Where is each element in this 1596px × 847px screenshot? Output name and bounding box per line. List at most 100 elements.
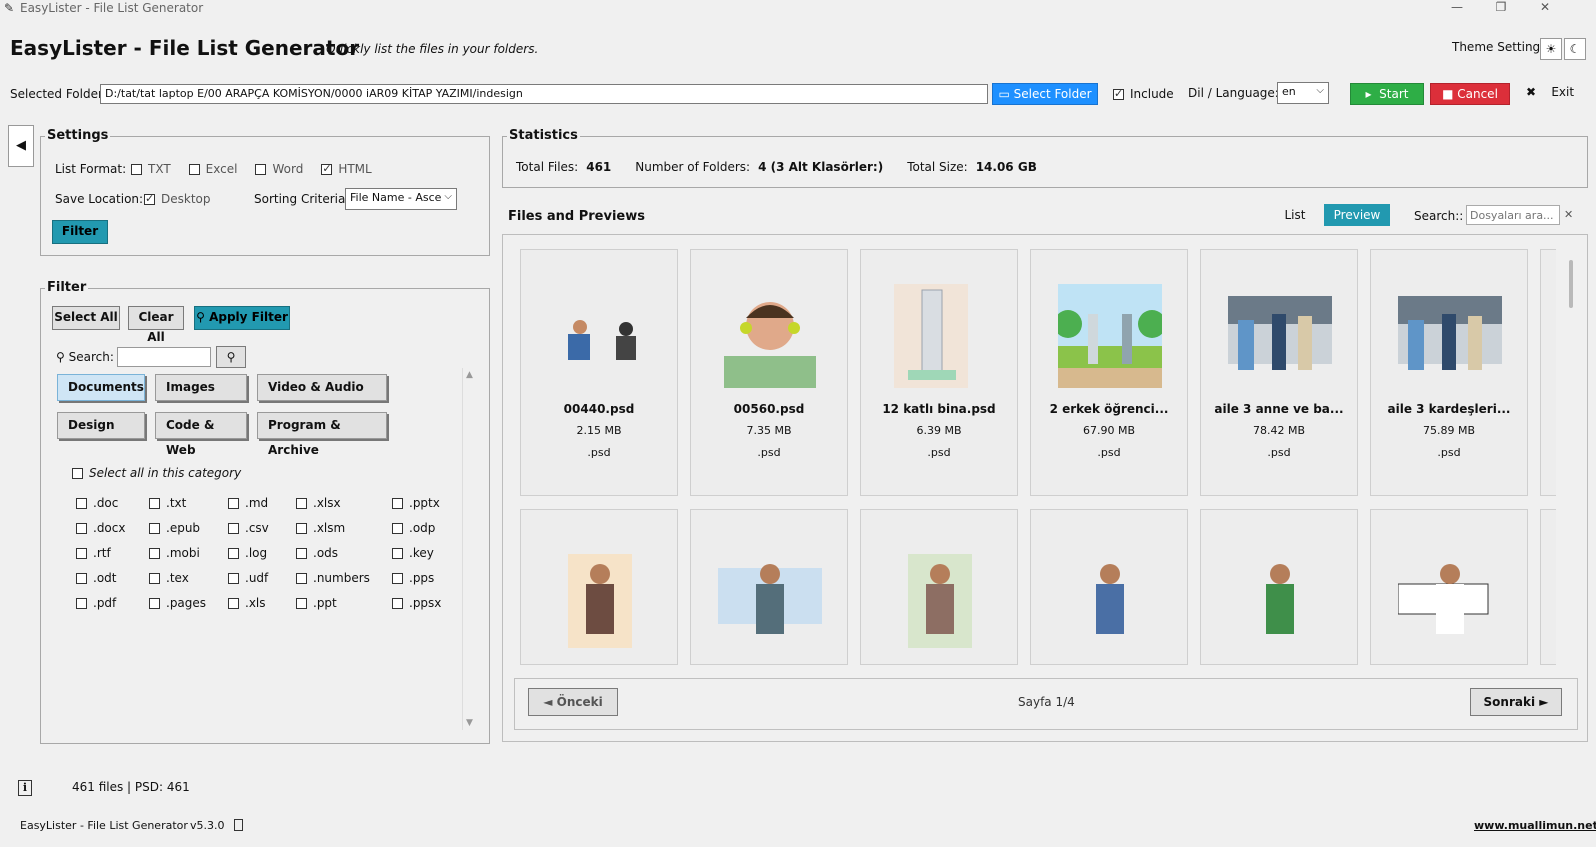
file-card[interactable]: 2 erkek öğrenci... 67.90 MB .psd (1030, 249, 1188, 496)
filter-scrollbar[interactable]: ▲ ▼ (462, 368, 476, 730)
file-card[interactable] (520, 509, 678, 665)
apply-filter-button[interactable]: ⚲ Apply Filter (194, 306, 290, 330)
extension-check[interactable] (296, 597, 307, 609)
file-card[interactable]: 00440.psd 2.15 MB .psd (520, 249, 678, 496)
tab-preview[interactable]: Preview (1324, 204, 1390, 226)
cancel-button[interactable]: ■ Cancel (1430, 83, 1510, 105)
minimize-button[interactable]: — (1442, 0, 1472, 16)
select-folder-button[interactable]: ▭ Select Folder (992, 83, 1098, 105)
extension-check[interactable] (228, 522, 239, 534)
filter-button[interactable]: Filter (52, 220, 108, 244)
extension-check[interactable] (149, 547, 160, 559)
extension-check[interactable] (296, 497, 307, 509)
extension-checkbox[interactable]: .numbers (296, 571, 370, 585)
select-all-category-checkbox[interactable]: Select all in this category (72, 466, 241, 480)
file-card[interactable] (690, 509, 848, 665)
extension-checkbox[interactable]: .rtf (76, 546, 111, 560)
extension-check[interactable] (76, 572, 87, 584)
category-video-audio[interactable]: Video & Audio (257, 374, 387, 401)
extension-checkbox[interactable]: .docx (76, 521, 125, 535)
file-card[interactable] (1030, 509, 1188, 665)
extension-checkbox[interactable]: .epub (149, 521, 200, 535)
next-page-button[interactable]: Sonraki ► (1470, 688, 1562, 716)
extension-checkbox[interactable]: .udf (228, 571, 268, 585)
include-checkbox[interactable]: Include (1113, 87, 1174, 101)
scroll-down-icon[interactable]: ▼ (463, 718, 476, 728)
file-card[interactable]: 12 katlı bina.psd 6.39 MB .psd (860, 249, 1018, 496)
clear-all-button[interactable]: Clear All (128, 306, 184, 344)
collapse-sidebar-button[interactable]: ◀ (8, 125, 34, 167)
preview-search-input[interactable] (1466, 205, 1560, 225)
extension-checkbox[interactable]: .pdf (76, 596, 116, 610)
file-card[interactable] (860, 509, 1018, 665)
extension-checkbox[interactable]: .key (392, 546, 434, 560)
extension-checkbox[interactable]: .doc (76, 496, 118, 510)
extension-checkbox[interactable]: .ppt (296, 596, 337, 610)
format-word[interactable]: Word (255, 162, 303, 176)
extension-check[interactable] (228, 572, 239, 584)
tab-list[interactable]: List (1278, 204, 1312, 226)
extension-check[interactable] (296, 547, 307, 559)
category-documents[interactable]: Documents (57, 374, 145, 401)
extension-check[interactable] (392, 547, 403, 559)
website-link[interactable]: www.muallimun.net (1474, 819, 1596, 832)
extension-checkbox[interactable]: .pages (149, 596, 206, 610)
extension-check[interactable] (392, 597, 403, 609)
clipboard-icon[interactable] (234, 819, 243, 831)
extension-checkbox[interactable]: .odp (392, 521, 435, 535)
extension-check[interactable] (392, 522, 403, 534)
file-card-partial[interactable] (1540, 509, 1556, 665)
extension-check[interactable] (228, 497, 239, 509)
save-desktop-option[interactable]: Desktop (144, 192, 211, 206)
dark-theme-button[interactable]: ☾ (1564, 38, 1586, 60)
file-card[interactable]: aile 3 anne ve ba... 78.42 MB .psd (1200, 249, 1358, 496)
extension-check[interactable] (149, 522, 160, 534)
extension-check[interactable] (149, 597, 160, 609)
restore-button[interactable]: ❐ (1486, 0, 1516, 16)
extension-checkbox[interactable]: .xlsx (296, 496, 341, 510)
extension-checkbox[interactable]: .odt (76, 571, 116, 585)
light-theme-button[interactable]: ☀ (1540, 38, 1562, 60)
extension-checkbox[interactable]: .log (228, 546, 267, 560)
extension-check[interactable] (76, 522, 87, 534)
extension-checkbox[interactable]: .pptx (392, 496, 440, 510)
prev-page-button[interactable]: ◄ Önceki (528, 688, 618, 716)
file-card[interactable] (1370, 509, 1528, 665)
extension-checkbox[interactable]: .xlsm (296, 521, 345, 535)
format-html[interactable]: HTML (321, 162, 372, 176)
scroll-thumb[interactable] (1569, 260, 1573, 308)
category-code-web[interactable]: Code & Web (155, 412, 247, 457)
language-select[interactable]: en ⌵ (1277, 82, 1329, 104)
extension-checkbox[interactable]: .md (228, 496, 268, 510)
include-check[interactable] (1113, 87, 1124, 100)
preview-scrollbar[interactable] (1566, 248, 1578, 668)
extension-checkbox[interactable]: .ppsx (392, 596, 441, 610)
category-design[interactable]: Design (57, 412, 145, 439)
format-txt[interactable]: TXT (131, 162, 171, 176)
extension-checkbox[interactable]: .pps (392, 571, 434, 585)
extension-checkbox[interactable]: .mobi (149, 546, 200, 560)
extension-check[interactable] (228, 547, 239, 559)
filter-search-button[interactable]: ⚲ (216, 346, 246, 368)
select-all-button[interactable]: Select All (52, 306, 120, 330)
extension-check[interactable] (76, 547, 87, 559)
extension-checkbox[interactable]: .tex (149, 571, 189, 585)
extension-checkbox[interactable]: .txt (149, 496, 186, 510)
extension-checkbox[interactable]: .xls (228, 596, 266, 610)
extension-check[interactable] (149, 497, 160, 509)
scroll-up-icon[interactable]: ▲ (463, 370, 476, 380)
extension-checkbox[interactable]: .csv (228, 521, 269, 535)
format-excel[interactable]: Excel (188, 162, 237, 176)
file-card[interactable] (1200, 509, 1358, 665)
category-program-archive[interactable]: Program & Archive (257, 412, 387, 457)
exit-button[interactable]: ✖ Exit (1526, 85, 1574, 99)
extension-check[interactable] (392, 497, 403, 509)
start-button[interactable]: ▸ Start (1350, 83, 1424, 105)
clear-search-icon[interactable]: ✕ (1564, 208, 1573, 221)
file-card[interactable]: aile 3 kardeşleri... 75.89 MB .psd (1370, 249, 1528, 496)
extension-check[interactable] (149, 572, 160, 584)
close-button[interactable]: ✕ (1530, 0, 1560, 16)
extension-check[interactable] (76, 497, 87, 509)
extension-checkbox[interactable]: .ods (296, 546, 338, 560)
extension-check[interactable] (296, 522, 307, 534)
